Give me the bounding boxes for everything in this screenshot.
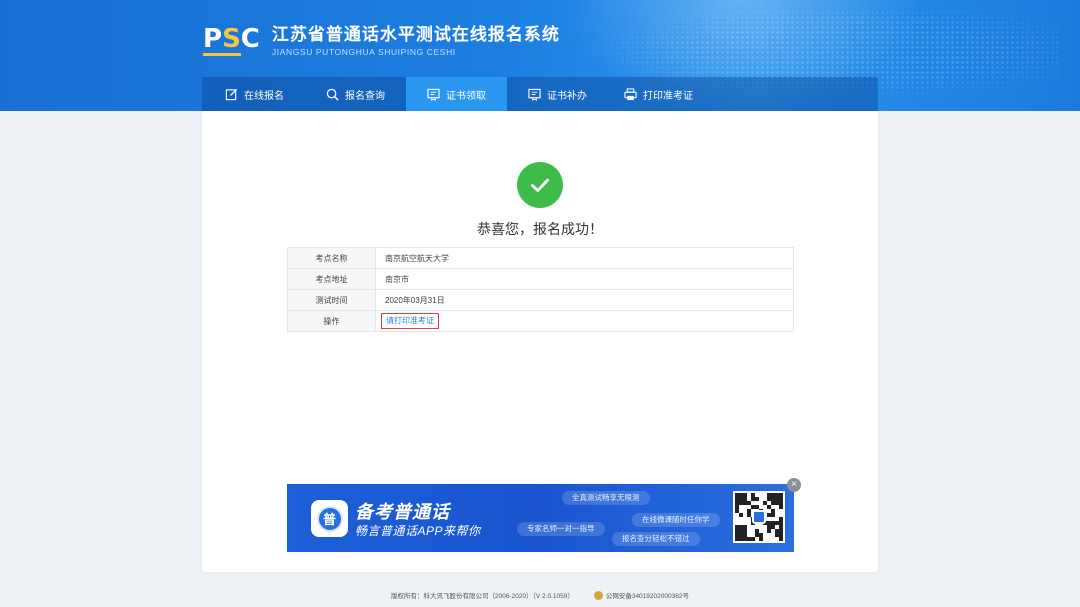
site-header: PSC 江苏省普通话水平测试在线报名系统 JIANGSU PUTONGHUA S…	[0, 0, 1080, 111]
test-time-value: 2020年03月31日	[375, 289, 794, 311]
psc-logo-mark: PSC	[203, 24, 260, 56]
test-site-address-label: 考点地址	[287, 268, 376, 290]
registration-info-table: 考点名称 南京航空航天大学 考点地址 南京市 测试时间 2020年03月31日 …	[287, 247, 794, 332]
success-message: 恭喜您，报名成功！	[477, 221, 603, 237]
edit-icon	[225, 88, 238, 101]
site-footer: 版权所有：科大讯飞股份有限公司（2006-2020）（V 2.0.1059） 公…	[0, 590, 1080, 600]
qr-code	[733, 491, 785, 543]
nav-print-admission-ticket[interactable]: 打印准考证	[608, 77, 709, 111]
certificate-icon	[427, 88, 440, 101]
close-banner-button[interactable]: ×	[787, 478, 801, 492]
site-title: 江苏省普通话水平测试在线报名系统	[271, 25, 560, 44]
app-logo-icon: 普	[311, 500, 348, 537]
table-row: 考点名称 南京航空航天大学	[287, 247, 794, 269]
search-icon	[326, 88, 339, 101]
certificate-reissue-icon	[528, 88, 541, 101]
nav-registration-query[interactable]: 报名查询	[305, 77, 406, 111]
banner-feature-pill: 全真测试畅享无限测	[562, 491, 650, 505]
site-logo[interactable]: PSC 江苏省普通话水平测试在线报名系统 JIANGSU PUTONGHUA S…	[203, 24, 560, 58]
result-card: 恭喜您，报名成功！ 考点名称 南京航空航天大学 考点地址 南京市 测试时间 20…	[202, 111, 878, 572]
table-row: 操作 请打印准考证	[287, 310, 794, 332]
test-time-label: 测试时间	[287, 289, 376, 311]
qr-center-logo-icon	[752, 510, 766, 524]
action-cell: 请打印准考证	[375, 310, 794, 332]
banner-feature-pill: 专家名师一对一指导	[517, 522, 605, 536]
test-site-name-label: 考点名称	[287, 247, 376, 269]
police-badge-icon	[593, 590, 603, 600]
table-row: 考点地址 南京市	[287, 268, 794, 290]
test-site-name-value: 南京航空航天大学	[375, 247, 794, 269]
table-row: 测试时间 2020年03月31日	[287, 289, 794, 311]
banner-title: 备考普通话	[355, 502, 450, 522]
main-nav: 在线报名 报名查询 证书领取 证书补办 打印准考证	[202, 77, 878, 111]
nav-certificate-reissue[interactable]: 证书补办	[507, 77, 608, 111]
success-check-icon	[517, 162, 563, 208]
police-record-link[interactable]: 公网安备34019202000362号	[593, 590, 689, 600]
copyright-text: 版权所有：科大讯飞股份有限公司（2006-2020）（V 2.0.1059）	[391, 593, 574, 600]
banner-subtitle: 畅言普通话APP来帮你	[355, 524, 481, 538]
nav-certificate-collection[interactable]: 证书领取	[406, 77, 507, 111]
site-subtitle: JIANGSU PUTONGHUA SHUIPING CESHI	[271, 47, 456, 57]
banner-feature-pill: 在线微课随时任你学	[632, 513, 720, 527]
banner-feature-pill: 报名查分轻松不错过	[612, 532, 700, 546]
nav-online-registration[interactable]: 在线报名	[204, 77, 305, 111]
test-site-address-value: 南京市	[375, 268, 794, 290]
action-label: 操作	[287, 310, 376, 332]
printer-icon	[624, 87, 637, 101]
app-promo-banner[interactable]: 普 备考普通话 畅言普通话APP来帮你 全真测试畅享无限测 专家名师一对一指导 …	[287, 484, 794, 552]
print-admission-ticket-link[interactable]: 请打印准考证	[381, 313, 439, 329]
